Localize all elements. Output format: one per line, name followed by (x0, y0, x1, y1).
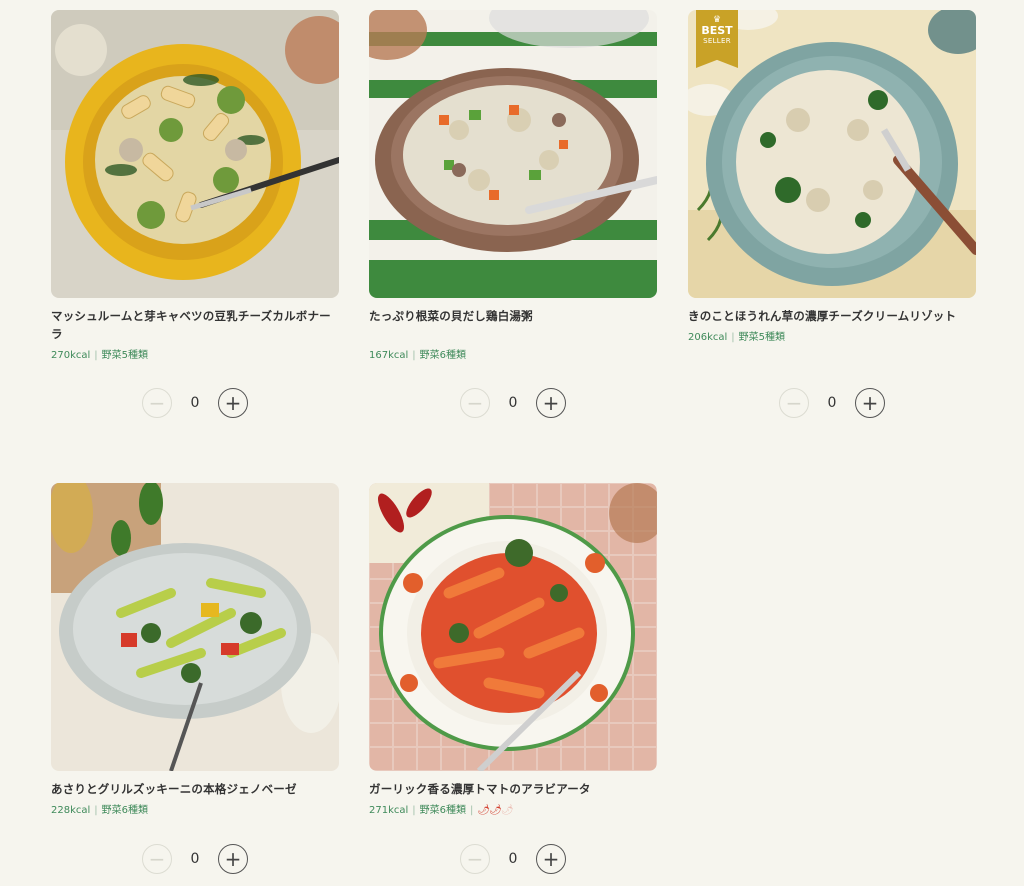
quantity-value: 0 (190, 851, 200, 867)
vegetable-count-text: 野菜5種類 (738, 332, 786, 343)
increase-button[interactable]: + (855, 388, 885, 418)
product-meta: 270kcal | 野菜5種類 (51, 349, 339, 363)
product-title[interactable]: たっぷり根菜の貝だし鶏白湯粥 (369, 307, 657, 325)
vegetable-count-text: 野菜6種類 (419, 805, 467, 816)
quantity-stepper: − 0 + (369, 388, 657, 418)
quantity-stepper: − 0 + (51, 844, 339, 874)
calorie-text: 228kcal (51, 805, 91, 816)
quantity-value: 0 (508, 851, 518, 867)
product-title[interactable]: マッシュルームと芽キャベツの豆乳チーズカルボナーラ (51, 307, 339, 343)
separator: | (94, 805, 98, 816)
product-card[interactable]: たっぷり根菜の貝だし鶏白湯粥 167kcal | 野菜6種類 − 0 + (369, 10, 657, 418)
quantity-value: 0 (827, 395, 837, 411)
calorie-text: 271kcal (369, 805, 409, 816)
quantity-value: 0 (190, 395, 200, 411)
separator: | (731, 332, 735, 343)
decrease-button[interactable]: − (460, 844, 490, 874)
chili-pepper-icon: 🌶🌶🌶 (477, 805, 513, 816)
product-image[interactable]: ♛ BEST SELLER (688, 10, 976, 298)
separator: | (470, 805, 474, 816)
product-image[interactable] (51, 483, 339, 771)
decrease-button[interactable]: − (142, 844, 172, 874)
vegetable-count-text: 野菜6種類 (101, 805, 149, 816)
product-title[interactable]: ガーリック香る濃厚トマトのアラビアータ (369, 780, 657, 798)
product-card[interactable]: あさりとグリルズッキーニの本格ジェノベーゼ 228kcal | 野菜6種類 − … (51, 483, 339, 874)
increase-button[interactable]: + (536, 388, 566, 418)
product-meta: 167kcal | 野菜6種類 (369, 349, 657, 363)
quantity-stepper: − 0 + (688, 388, 976, 418)
vegetable-count-text: 野菜5種類 (101, 350, 149, 361)
quantity-value: 0 (508, 395, 518, 411)
increase-button[interactable]: + (536, 844, 566, 874)
decrease-button[interactable]: − (142, 388, 172, 418)
quantity-stepper: − 0 + (369, 844, 657, 874)
product-image[interactable] (369, 10, 657, 298)
separator: | (412, 805, 416, 816)
product-card[interactable]: マッシュルームと芽キャベツの豆乳チーズカルボナーラ 270kcal | 野菜5種… (51, 10, 339, 418)
product-meta: 271kcal | 野菜6種類 | 🌶🌶🌶 (369, 804, 657, 818)
calorie-text: 167kcal (369, 350, 409, 361)
product-meta: 206kcal | 野菜5種類 (688, 331, 976, 345)
vegetable-count-text: 野菜6種類 (419, 350, 467, 361)
calorie-text: 206kcal (688, 332, 728, 343)
calorie-text: 270kcal (51, 350, 91, 361)
quantity-stepper: − 0 + (51, 388, 339, 418)
separator: | (412, 350, 416, 361)
product-title[interactable]: きのことほうれん草の濃厚チーズクリームリゾット (688, 307, 976, 325)
product-image[interactable] (51, 10, 339, 298)
increase-button[interactable]: + (218, 844, 248, 874)
separator: | (94, 350, 98, 361)
best-seller-badge: ♛ BEST SELLER (696, 10, 738, 68)
increase-button[interactable]: + (218, 388, 248, 418)
product-card[interactable]: ガーリック香る濃厚トマトのアラビアータ 271kcal | 野菜6種類 | 🌶🌶… (369, 483, 657, 874)
decrease-button[interactable]: − (460, 388, 490, 418)
decrease-button[interactable]: − (779, 388, 809, 418)
product-title[interactable]: あさりとグリルズッキーニの本格ジェノベーゼ (51, 780, 339, 798)
product-image[interactable] (369, 483, 657, 771)
product-meta: 228kcal | 野菜6種類 (51, 804, 339, 818)
product-card[interactable]: ♛ BEST SELLER きのことほうれん草の濃厚チーズクリームリゾット 20… (688, 10, 976, 418)
